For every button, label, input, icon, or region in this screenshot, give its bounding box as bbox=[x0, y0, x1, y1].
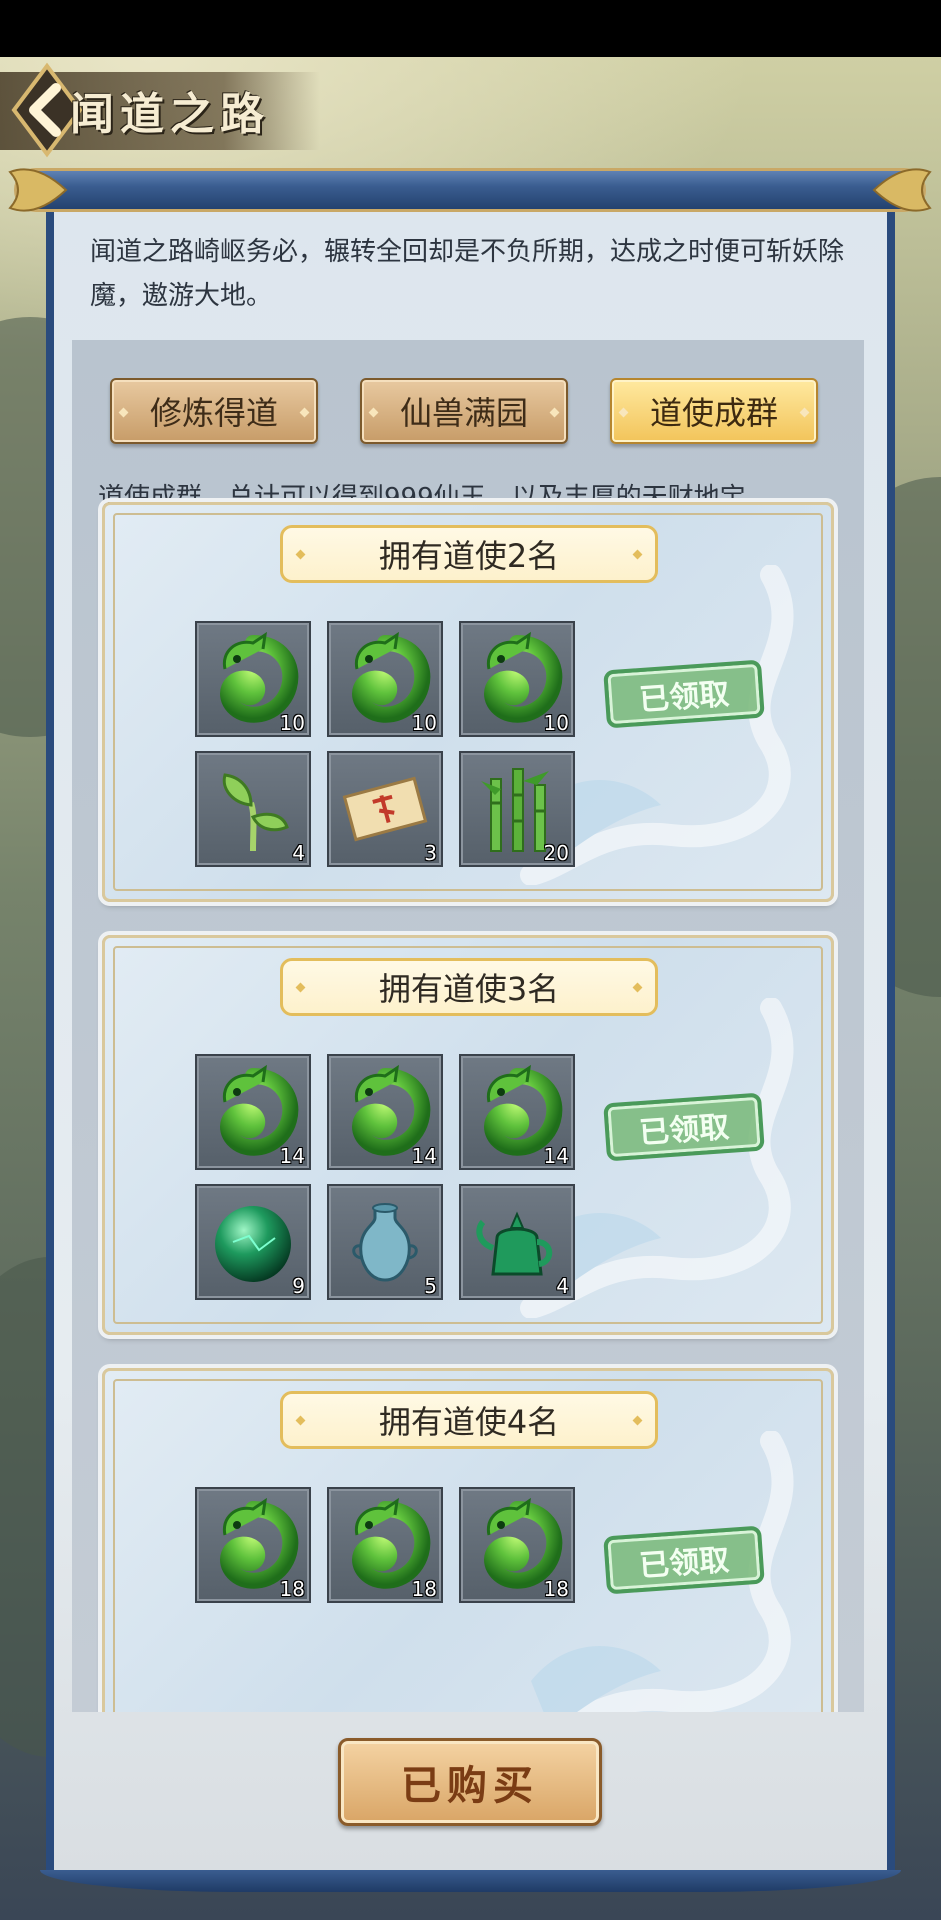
reward-item-slot[interactable]: 14 bbox=[195, 1054, 311, 1170]
card-title: 拥有道使2名 bbox=[280, 525, 658, 583]
reward-item-slot[interactable]: 14 bbox=[459, 1054, 575, 1170]
reward-item-slot[interactable]: 14 bbox=[327, 1054, 443, 1170]
reward-item-slot[interactable]: 4 bbox=[459, 1184, 575, 1300]
item-quantity: 9 bbox=[292, 1274, 305, 1298]
card-title-text: 拥有道使3名 bbox=[378, 970, 560, 1008]
item-quantity: 4 bbox=[556, 1274, 569, 1298]
item-quantity: 5 bbox=[424, 1274, 437, 1298]
reward-item-slot[interactable]: 3 bbox=[327, 751, 443, 867]
reward-item-slot[interactable]: 18 bbox=[195, 1487, 311, 1603]
reward-item-slot[interactable]: 10 bbox=[327, 621, 443, 737]
reward-item-slot[interactable]: 20 bbox=[459, 751, 575, 867]
tab-envoys[interactable]: 道使成群 bbox=[610, 378, 818, 444]
item-quantity: 18 bbox=[279, 1577, 305, 1601]
scroll-rod bbox=[14, 168, 926, 212]
scroll-cap-right-icon bbox=[872, 168, 932, 212]
purchased-button[interactable]: 已购买 bbox=[338, 1738, 602, 1826]
scroll-cap-left-icon bbox=[8, 168, 68, 212]
item-quantity: 3 bbox=[424, 841, 437, 865]
tab-label: 修炼得道 bbox=[149, 394, 278, 432]
card-title: 拥有道使3名 bbox=[280, 958, 658, 1016]
reward-item-slot[interactable]: 9 bbox=[195, 1184, 311, 1300]
item-quantity: 14 bbox=[411, 1144, 437, 1168]
page-title: 闻道之路 bbox=[70, 89, 270, 140]
claimed-stamp: 已领取 bbox=[603, 1525, 765, 1595]
sprout-icon bbox=[222, 773, 289, 852]
card-title: 拥有道使4名 bbox=[280, 1391, 658, 1449]
green-orb-icon bbox=[215, 1206, 291, 1282]
item-quantity: 10 bbox=[411, 711, 437, 735]
item-quantity: 18 bbox=[543, 1577, 569, 1601]
item-quantity: 10 bbox=[279, 711, 305, 735]
reward-item-slot[interactable]: 18 bbox=[459, 1487, 575, 1603]
vase-icon bbox=[352, 1203, 418, 1282]
scroll-bottom bbox=[40, 1870, 901, 1892]
claimed-stamp: 已领取 bbox=[603, 1092, 765, 1162]
claimed-stamp: 已领取 bbox=[603, 659, 765, 729]
reward-item-slot[interactable]: 10 bbox=[195, 621, 311, 737]
reward-card: 拥有道使2名 已领取 10 10 10 4 3 20 bbox=[102, 502, 834, 902]
status-bar bbox=[0, 0, 941, 57]
reward-item-slot[interactable]: 18 bbox=[327, 1487, 443, 1603]
item-quantity: 20 bbox=[543, 841, 569, 865]
item-quantity: 10 bbox=[543, 711, 569, 735]
card-title-text: 拥有道使4名 bbox=[378, 1403, 560, 1441]
tab-cultivation[interactable]: 修炼得道 bbox=[110, 378, 318, 444]
tab-label: 道使成群 bbox=[649, 394, 778, 432]
intro-text: 闻道之路崎岖务必，辗转全回却是不负所期，达成之时便可斩妖除魔，遨游大地。 bbox=[90, 237, 845, 311]
reward-card: 拥有道使3名 已领取 14 14 14 9 5 4 bbox=[102, 935, 834, 1335]
teapot-icon bbox=[476, 1211, 553, 1276]
item-quantity: 14 bbox=[543, 1144, 569, 1168]
item-quantity: 4 bbox=[292, 841, 305, 865]
tab-beasts[interactable]: 仙兽满园 bbox=[360, 378, 568, 444]
content-area: 修炼得道 仙兽满园 道使成群 道使成群，总计可以得到999仙玉，以及丰厚的天财地… bbox=[72, 340, 864, 1712]
reward-item-slot[interactable]: 4 bbox=[195, 751, 311, 867]
item-quantity: 18 bbox=[411, 1577, 437, 1601]
item-quantity: 14 bbox=[279, 1144, 305, 1168]
reward-item-slot[interactable]: 5 bbox=[327, 1184, 443, 1300]
tab-label: 仙兽满园 bbox=[399, 394, 528, 432]
card-title-text: 拥有道使2名 bbox=[378, 537, 560, 575]
reward-item-slot[interactable]: 10 bbox=[459, 621, 575, 737]
reward-card: 拥有道使4名 已领取 18 18 18 bbox=[102, 1368, 834, 1712]
scroll-icon bbox=[342, 776, 428, 842]
